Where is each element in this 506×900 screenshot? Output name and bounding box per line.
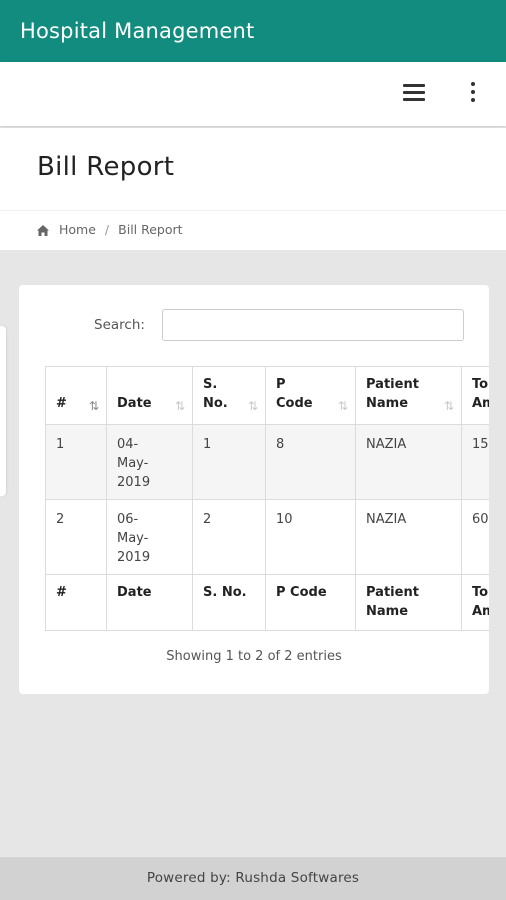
divider — [0, 210, 506, 211]
page-header: Bill Report Home / Bill Report — [0, 128, 506, 250]
cell-number: 2 — [45, 499, 107, 575]
app-bar: Hospital Management — [0, 0, 506, 62]
table-info: Showing 1 to 2 of 2 entries — [166, 649, 342, 664]
breadcrumb: Home / Bill Report — [37, 222, 183, 237]
col-header-sno[interactable]: S. No. ⇅ — [192, 366, 266, 425]
cell-sno: 1 — [192, 424, 266, 500]
table-row: 2 06- May- 2019 2 10 NAZIA 60 — [45, 499, 489, 575]
col-header-total-amount[interactable]: To Am — [461, 366, 489, 425]
footer-total-amount: To Am — [461, 574, 489, 631]
cell-total-amount: 60 — [461, 499, 489, 575]
table-row: 1 04- May- 2019 1 8 NAZIA 15 — [45, 424, 489, 500]
cell-date: 06- May- 2019 — [106, 499, 193, 575]
hamburger-menu-icon[interactable] — [403, 84, 425, 102]
toolbar — [0, 62, 506, 126]
cell-pcode: 10 — [265, 499, 356, 575]
home-icon[interactable] — [37, 224, 49, 236]
footer-sno: S. No. — [192, 574, 266, 631]
page-footer: Powered by: Rushda Softwares — [0, 857, 506, 900]
col-header-number[interactable]: # ⇅ — [45, 366, 107, 425]
cell-patient-name: NAZIA — [355, 424, 462, 500]
breadcrumb-divider: / — [104, 222, 110, 237]
col-header-patient-name[interactable]: Patient Name ⇅ — [355, 366, 462, 425]
footer-pcode: P Code — [265, 574, 356, 631]
more-vertical-icon[interactable] — [466, 82, 480, 104]
sort-asc-icon: ⇅ — [88, 399, 99, 413]
footer-date: Date — [106, 574, 193, 631]
col-header-pcode[interactable]: P Code ⇅ — [265, 366, 356, 425]
breadcrumb-home-link[interactable]: Home — [59, 222, 96, 237]
cell-number: 1 — [45, 424, 107, 500]
footer-patient-name: Patient Name — [355, 574, 462, 631]
breadcrumb-current: Bill Report — [118, 222, 183, 237]
app-title: Hospital Management — [20, 19, 255, 43]
search-label: Search: — [94, 317, 145, 333]
table-footer-row: # Date S. No. P Code Patient Name To Am — [45, 574, 489, 631]
page-title: Bill Report — [37, 152, 175, 182]
side-drawer-handle[interactable] — [0, 326, 6, 496]
col-header-date[interactable]: Date ⇅ — [106, 366, 193, 425]
search-input[interactable] — [162, 309, 464, 341]
table-header-row: # ⇅ Date ⇅ S. No. ⇅ P Code ⇅ Patient Nam… — [45, 366, 489, 425]
cell-sno: 2 — [192, 499, 266, 575]
cell-date: 04- May- 2019 — [106, 424, 193, 500]
bill-report-table: # ⇅ Date ⇅ S. No. ⇅ P Code ⇅ Patient Nam… — [45, 366, 489, 631]
cell-pcode: 8 — [265, 424, 356, 500]
sort-icon: ⇅ — [174, 399, 185, 413]
cell-patient-name: NAZIA — [355, 499, 462, 575]
table-scroll-area[interactable]: # ⇅ Date ⇅ S. No. ⇅ P Code ⇅ Patient Nam… — [45, 366, 489, 632]
sort-icon: ⇅ — [337, 399, 348, 413]
sort-icon: ⇅ — [247, 399, 258, 413]
sort-icon: ⇅ — [443, 399, 454, 413]
footer-number: # — [45, 574, 107, 631]
cell-total-amount: 15 — [461, 424, 489, 500]
report-card: Search: # ⇅ Date ⇅ S. No. ⇅ P Code ⇅ Pat… — [19, 285, 489, 694]
